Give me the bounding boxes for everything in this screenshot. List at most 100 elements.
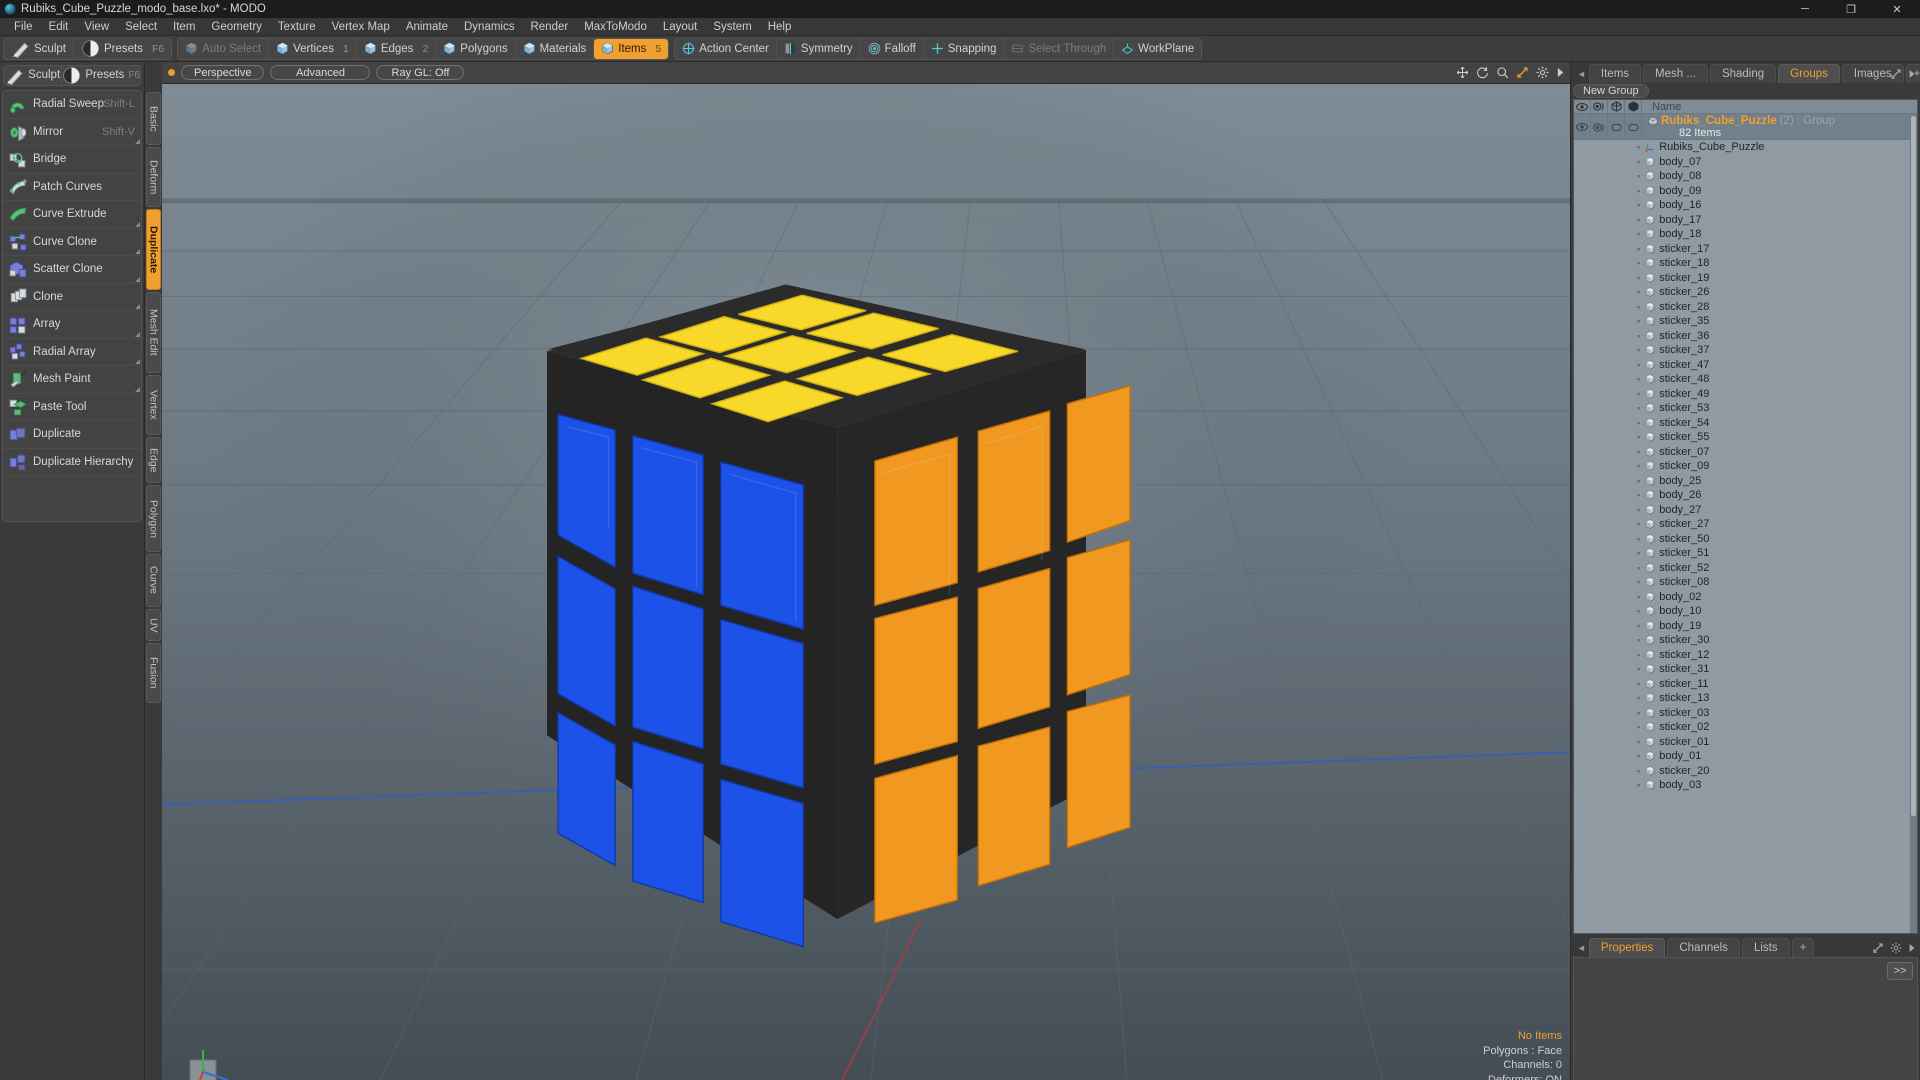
left-tab-presets[interactable]: Presets F6: [62, 66, 140, 85]
bottom-tab-[interactable]: +: [1791, 938, 1815, 957]
panel-tab-items[interactable]: Items: [1588, 64, 1642, 83]
gear-icon[interactable]: [1536, 66, 1549, 79]
zoom-icon[interactable]: [1496, 66, 1509, 79]
fit-icon[interactable]: [1872, 942, 1884, 954]
list-item[interactable]: ▪ sticker_01: [1574, 735, 1917, 750]
gear-icon[interactable]: [1890, 942, 1902, 954]
panel-tab-mesh[interactable]: Mesh ...: [1643, 64, 1708, 83]
list-item[interactable]: ▪ body_09: [1574, 184, 1917, 199]
list-item[interactable]: ▪ sticker_47: [1574, 358, 1917, 373]
menu-system[interactable]: System: [705, 20, 759, 34]
left-tab-sculpt[interactable]: Sculpt: [4, 65, 63, 85]
arrow-right-icon[interactable]: [1908, 69, 1916, 79]
list-item[interactable]: ▪ sticker_19: [1574, 271, 1917, 286]
list-item[interactable]: ▪ sticker_55: [1574, 430, 1917, 445]
selection-mode-items[interactable]: Items 5: [594, 38, 669, 59]
group-row[interactable]: Rubiks_Cube_Puzzle (2) : Group 82 Items: [1574, 114, 1917, 140]
new-group-button[interactable]: New Group: [1573, 84, 1649, 98]
menu-item[interactable]: Item: [165, 20, 203, 34]
list-item[interactable]: ▪ body_07: [1574, 155, 1917, 170]
3d-viewport[interactable]: No Items Polygons : Face Channels: 0 Def…: [162, 84, 1570, 1080]
tool-submenu-indicator-icon[interactable]: [135, 359, 140, 364]
modifier-snapping[interactable]: Snapping: [924, 38, 1005, 59]
tool-submenu-indicator-icon[interactable]: [135, 386, 140, 392]
panel-tab-shading[interactable]: Shading: [1709, 64, 1777, 83]
tool-radial-sweep[interactable]: Radial Sweep Shift-L: [3, 91, 141, 119]
menu-render[interactable]: Render: [522, 20, 576, 34]
category-tab-vertex[interactable]: Vertex: [146, 375, 161, 435]
list-item[interactable]: ▪ sticker_52: [1574, 561, 1917, 576]
menu-vertex-map[interactable]: Vertex Map: [324, 20, 398, 34]
list-item[interactable]: ▪ body_17: [1574, 213, 1917, 228]
list-item[interactable]: ▪ sticker_50: [1574, 532, 1917, 547]
fit-view-icon[interactable]: [1516, 66, 1529, 79]
arrow-right-icon[interactable]: [1908, 943, 1916, 953]
arrow-right-icon[interactable]: [1556, 67, 1565, 78]
list-item[interactable]: ▪ body_19: [1574, 619, 1917, 634]
list-item[interactable]: ▪ sticker_03: [1574, 706, 1917, 721]
list-item[interactable]: ▪ sticker_49: [1574, 387, 1917, 402]
list-item[interactable]: ▪ sticker_36: [1574, 329, 1917, 344]
category-tab-mesh-edit[interactable]: Mesh Edit: [146, 292, 161, 373]
modifier-action-center[interactable]: Action Center: [675, 38, 777, 59]
list-item[interactable]: ▪ sticker_28: [1574, 300, 1917, 315]
tool-submenu-indicator-icon[interactable]: [135, 139, 140, 144]
tool-submenu-indicator-icon[interactable]: [135, 221, 140, 227]
group-shading-b-toggle[interactable]: [1625, 114, 1642, 140]
list-item[interactable]: ▪ sticker_02: [1574, 720, 1917, 735]
render-icon[interactable]: [1591, 100, 1608, 114]
group-render-toggle[interactable]: [1591, 114, 1608, 140]
list-item[interactable]: ▪ body_03: [1574, 778, 1917, 793]
menu-layout[interactable]: Layout: [655, 20, 706, 34]
category-tab-uv[interactable]: UV: [146, 609, 161, 641]
viewport-projection-dropdown[interactable]: Perspective: [181, 65, 265, 80]
bottom-tab-lists[interactable]: Lists: [1741, 938, 1790, 957]
tool-submenu-indicator-icon[interactable]: [135, 249, 140, 254]
modifier-symmetry[interactable]: Symmetry: [777, 38, 861, 59]
tool-curve-extrude[interactable]: Curve Extrude: [3, 201, 141, 229]
tool-curve-clone[interactable]: Curve Clone: [3, 229, 141, 256]
tool-patch-curves[interactable]: Patch Curves: [3, 174, 141, 201]
menu-file[interactable]: File: [6, 20, 41, 34]
shading-b-icon[interactable]: [1625, 100, 1642, 114]
list-item[interactable]: ▪ sticker_07: [1574, 445, 1917, 460]
list-item[interactable]: ▪ sticker_26: [1574, 285, 1917, 300]
tool-radial-array[interactable]: Radial Array: [3, 339, 141, 366]
list-item[interactable]: ▪ sticker_11: [1574, 677, 1917, 692]
toolbar-presets-button[interactable]: Presets F6: [74, 39, 171, 59]
menu-animate[interactable]: Animate: [398, 20, 456, 34]
list-item[interactable]: ▪ body_25: [1574, 474, 1917, 489]
tabs-scroll-left-icon[interactable]: ◄: [1575, 69, 1589, 83]
selection-mode-vertices[interactable]: Vertices 1: [269, 38, 357, 59]
list-item[interactable]: ▪ sticker_08: [1574, 575, 1917, 590]
group-eye-toggle[interactable]: [1574, 114, 1591, 140]
minimize-button[interactable]: ─: [1782, 0, 1828, 18]
tool-bridge[interactable]: Bridge: [3, 146, 141, 174]
category-tab-curve[interactable]: Curve: [146, 554, 161, 607]
list-item[interactable]: ▪ body_10: [1574, 604, 1917, 619]
list-item[interactable]: ▪ body_01: [1574, 749, 1917, 764]
category-tab-polygon[interactable]: Polygon: [146, 485, 161, 552]
list-item[interactable]: ▪ sticker_09: [1574, 459, 1917, 474]
menu-view[interactable]: View: [76, 20, 117, 34]
category-tab-fusion[interactable]: Fusion: [146, 643, 161, 703]
groups-list-body[interactable]: Rubiks_Cube_Puzzle (2) : Group 82 Items …: [1574, 114, 1917, 933]
modifier-workplane[interactable]: WorkPlane: [1114, 39, 1201, 59]
list-item[interactable]: ▪ body_02: [1574, 590, 1917, 605]
toolbar-sculpt-button[interactable]: Sculpt: [4, 38, 74, 59]
category-tab-duplicate[interactable]: Duplicate: [146, 209, 161, 290]
category-tab-deform[interactable]: Deform: [146, 147, 161, 207]
list-scrollbar[interactable]: [1910, 114, 1917, 933]
list-item[interactable]: ▪ sticker_30: [1574, 633, 1917, 648]
menu-help[interactable]: Help: [760, 20, 800, 34]
eye-icon[interactable]: [1574, 100, 1591, 114]
menu-dynamics[interactable]: Dynamics: [456, 20, 522, 34]
category-tab-edge[interactable]: Edge: [146, 437, 161, 483]
tool-mesh-paint[interactable]: Mesh Paint: [3, 366, 141, 394]
close-button[interactable]: ✕: [1874, 0, 1920, 18]
bottom-tab-properties[interactable]: Properties: [1588, 938, 1666, 957]
tool-clone[interactable]: Clone: [3, 284, 141, 311]
move-icon[interactable]: [1456, 66, 1469, 79]
tool-duplicate[interactable]: Duplicate: [3, 421, 141, 449]
selection-mode-polygons[interactable]: Polygons: [436, 38, 516, 59]
